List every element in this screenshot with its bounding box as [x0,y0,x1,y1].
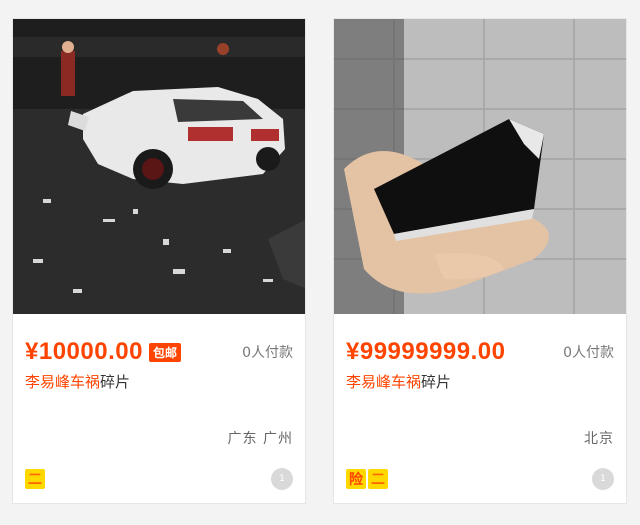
second-hand-tag: 二 [368,469,388,489]
location: 广东 广州 [227,431,293,447]
fragment-photo [334,19,626,314]
tag-row: 二 1 [25,467,293,491]
product-card-1[interactable]: ¥10000.00 包邮 0人付款 李易峰车祸碎片 广东 广州 二 1 [12,18,306,504]
tag-row: 险 二 1 [346,467,614,491]
insurance-tag: 险 [346,469,366,489]
price: ¥10000.00 [25,338,143,365]
seller-avatar[interactable]: 1 [271,468,293,490]
price: ¥99999999.00 [346,338,506,365]
title-keyword[interactable]: 李易峰车祸 [346,373,421,391]
product-card-2[interactable]: ¥99999999.00 0人付款 李易峰车祸碎片 北京 险 二 1 [333,18,627,504]
product-title[interactable]: 李易峰车祸碎片 [346,371,614,393]
title-rest[interactable]: 碎片 [100,373,130,391]
second-hand-tag: 二 [25,469,45,489]
title-keyword[interactable]: 李易峰车祸 [25,373,100,391]
free-shipping-badge: 包邮 [148,342,181,362]
car-crash-photo [13,19,305,314]
product-image[interactable] [13,19,305,314]
product-grid: ¥10000.00 包邮 0人付款 李易峰车祸碎片 广东 广州 二 1 ¥999… [0,0,640,525]
title-rest[interactable]: 碎片 [421,373,451,391]
paid-count: 0人付款 [242,345,293,361]
product-title[interactable]: 李易峰车祸碎片 [25,371,293,393]
price-row: ¥99999999.00 0人付款 [346,335,614,369]
product-image[interactable] [334,19,626,314]
seller-avatar[interactable]: 1 [592,468,614,490]
location: 北京 [584,431,614,447]
paid-count: 0人付款 [563,345,614,361]
price-row: ¥10000.00 包邮 0人付款 [25,335,293,369]
